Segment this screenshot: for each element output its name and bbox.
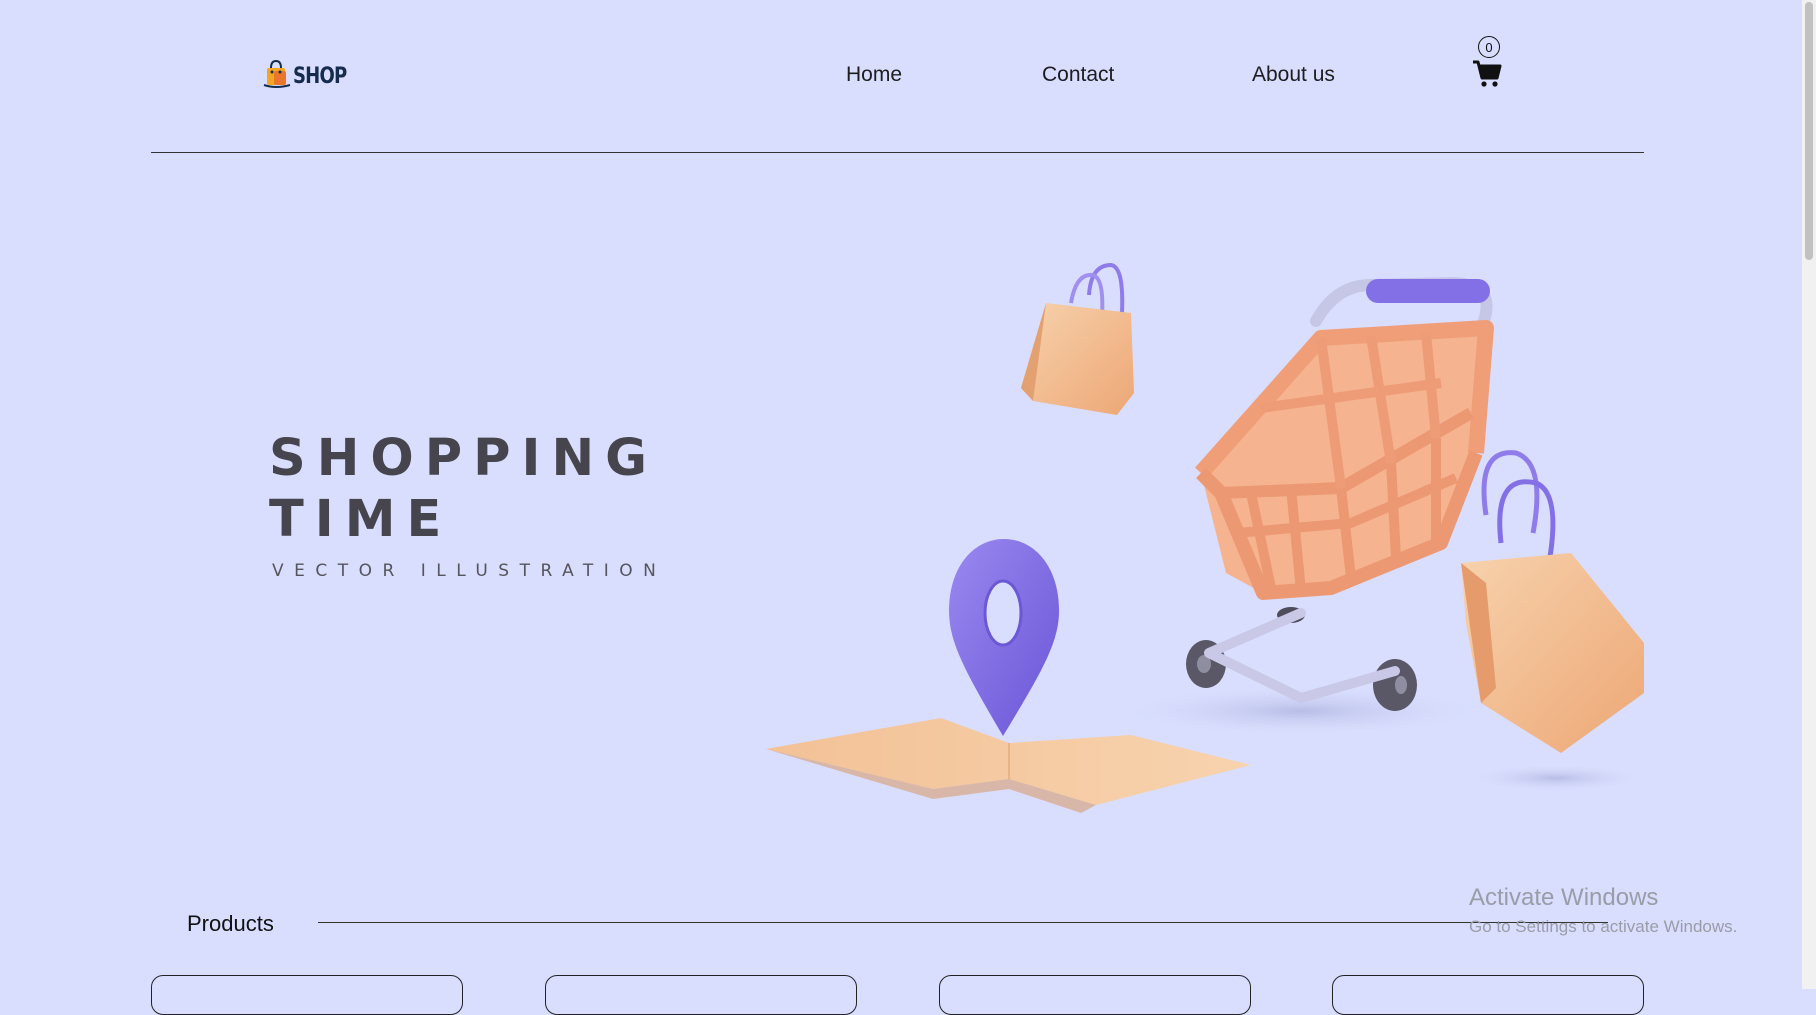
hero-title-line2: TIME — [269, 490, 453, 549]
products-divider — [318, 922, 1608, 923]
hero-title-line1: SHOPPING — [269, 429, 659, 488]
products-heading: Products — [187, 911, 274, 936]
location-pin-icon — [949, 539, 1059, 736]
hero-banner: SHOPPING TIME VECTOR ILLUSTRATION — [151, 153, 1644, 869]
logo[interactable]: SHOP — [262, 58, 358, 88]
cart-button[interactable]: 0 — [1470, 36, 1506, 92]
nav-home[interactable]: Home — [846, 63, 902, 87]
nav-contact[interactable]: Contact — [1042, 63, 1114, 87]
product-card[interactable] — [939, 975, 1251, 1015]
product-card[interactable] — [545, 975, 857, 1015]
logo-text: SHOP — [293, 64, 347, 89]
hero-title: SHOPPING TIME — [269, 428, 658, 550]
activate-windows-title: Activate Windows — [1469, 884, 1659, 911]
product-card[interactable] — [1332, 975, 1644, 1015]
shopping-bag-logo-icon — [263, 59, 291, 88]
shopping-cart-icon — [1473, 60, 1502, 87]
page-scrollbar[interactable] — [1802, 0, 1816, 989]
nav-about-us[interactable]: About us — [1252, 63, 1335, 87]
activate-windows-subtitle: Go to Settings to activate Windows. — [1469, 917, 1738, 936]
product-card[interactable] — [151, 975, 463, 1015]
hero-subtitle: VECTOR ILLUSTRATION — [272, 561, 667, 581]
scrollbar-thumb[interactable] — [1805, 2, 1813, 260]
cart-count-badge: 0 — [1478, 36, 1500, 58]
